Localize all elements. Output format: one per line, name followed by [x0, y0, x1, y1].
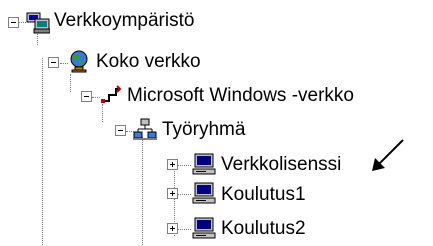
tree-line [142, 137, 143, 245]
computer-icon [192, 181, 216, 205]
tree-item-label: Verkkoympäristö [54, 10, 195, 31]
tree-item-label: Koulutus2 [221, 218, 306, 239]
tree-item-label: Koulutus1 [221, 184, 306, 205]
computer-icon [192, 152, 216, 176]
collapse-toggle[interactable] [8, 17, 19, 28]
tree-item-label: Työryhmä [162, 119, 246, 140]
network-computers-icon [26, 10, 51, 34]
globe-icon [67, 49, 91, 73]
tree-item-label: Koko verkko [96, 51, 201, 72]
collapse-toggle[interactable] [115, 125, 126, 136]
expand-toggle[interactable] [167, 188, 178, 199]
tree-line [42, 58, 43, 245]
arrow-icon [372, 139, 404, 171]
tree-line [177, 229, 191, 230]
network-connection-icon [100, 83, 124, 107]
tree-line [70, 74, 71, 92]
tree-item-label: Microsoft Windows -verkko [127, 85, 354, 106]
tree-line [177, 194, 191, 195]
tree-line [92, 97, 100, 98]
collapse-toggle[interactable] [48, 57, 59, 68]
collapse-toggle[interactable] [81, 91, 92, 102]
workgroup-icon [133, 117, 157, 141]
expand-toggle[interactable] [167, 159, 178, 170]
computer-icon [192, 216, 216, 240]
network-tree: Verkkoympäristö Koko verkko Microsoft Wi… [0, 0, 433, 245]
expand-toggle[interactable] [167, 223, 178, 234]
tree-line [177, 165, 191, 166]
tree-line [19, 22, 26, 23]
tree-item-label: Verkkolisenssi [221, 154, 342, 175]
